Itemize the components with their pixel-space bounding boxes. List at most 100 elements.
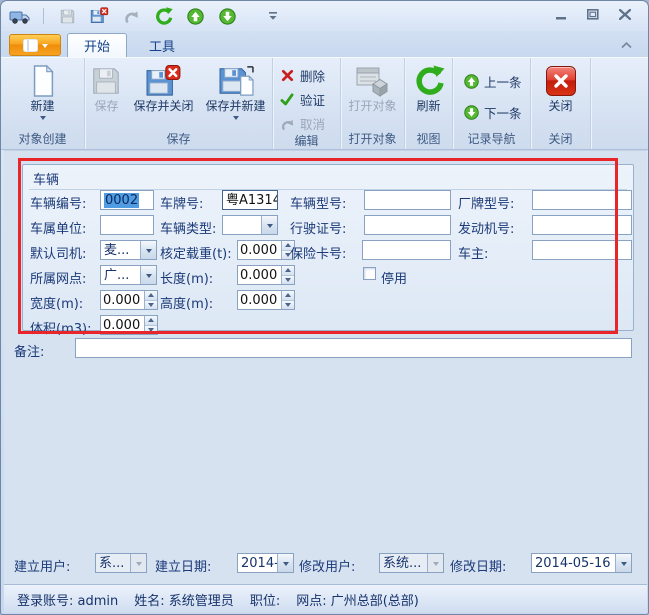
owner-unit-input[interactable]	[100, 215, 154, 235]
height-label: 高度(m):	[160, 293, 213, 312]
group-caption: 打开对象	[341, 132, 404, 149]
maximize-button[interactable]	[584, 7, 602, 22]
previous-record-icon[interactable]	[184, 6, 206, 26]
status-login: 登录账号: admin	[17, 590, 118, 609]
save-and-close-button[interactable]: 保存并关闭	[129, 61, 197, 116]
next-record-button[interactable]: 下一条	[459, 102, 526, 123]
spin-down-icon[interactable]	[282, 301, 294, 310]
branch-select[interactable]: 广...	[100, 265, 157, 285]
tab-tools[interactable]: 工具	[133, 33, 191, 57]
group-caption: 保存	[85, 132, 272, 149]
vehicle-no-label: 车辆编号:	[30, 193, 86, 212]
undo-icon	[120, 6, 142, 26]
remark-input[interactable]	[75, 338, 632, 358]
modified-date-picker[interactable]: 2014-05-16	[531, 553, 632, 573]
vehicle-no-input[interactable]: 0002	[100, 190, 154, 210]
toolbar-separator	[43, 8, 44, 24]
spin-up-icon[interactable]	[145, 291, 157, 301]
group-caption: 编辑	[273, 134, 340, 149]
save-button[interactable]: 保存	[87, 61, 125, 116]
vehicle-type-label: 车辆类型:	[160, 218, 216, 237]
quick-access-toolbar	[9, 6, 284, 26]
chevron-down-icon[interactable]	[140, 266, 156, 284]
default-driver-select[interactable]: 麦...	[100, 240, 157, 260]
chevron-down-icon	[40, 116, 46, 120]
plate-no-label: 车牌号:	[160, 193, 203, 212]
save-and-new-button[interactable]: 保存并新建	[202, 61, 270, 122]
spin-down-icon[interactable]	[145, 326, 157, 335]
engine-no-input[interactable]	[532, 215, 632, 235]
ribbon-group-close: 关闭 关闭	[531, 58, 591, 149]
load-capacity-spinner[interactable]: 0.000	[237, 240, 295, 260]
notebook-icon	[23, 39, 38, 52]
default-driver-label: 默认司机:	[30, 243, 86, 262]
ribbon: 新建 对象创建 保存 保存并关闭	[1, 57, 648, 150]
save-close-icon[interactable]	[88, 6, 110, 26]
insurance-no-input[interactable]	[362, 240, 451, 260]
application-menu-button[interactable]	[9, 34, 61, 56]
new-button[interactable]: 新建	[24, 61, 62, 122]
cancel-button[interactable]: 取消	[275, 113, 329, 134]
created-date-picker[interactable]: 2014-05-16	[237, 553, 294, 573]
length-spinner[interactable]: 0.000	[237, 265, 295, 285]
height-spinner[interactable]: 0.000	[237, 290, 295, 310]
spin-up-icon[interactable]	[282, 266, 294, 276]
form-client-area: 车辆 车辆编号: 0002 车牌号: 粤A1314 车辆型号: 厂牌型号: 车属…	[4, 150, 647, 584]
modified-by-select: 系统...	[379, 553, 444, 573]
ribbon-group-open-object: 打开对象 打开对象	[341, 58, 405, 149]
close-button[interactable]	[616, 7, 634, 22]
status-bar: 登录账号: admin 姓名: 系统管理员 职位: 网点: 广州总部(总部)	[4, 584, 647, 613]
ribbon-group-view: 刷新 视图	[405, 58, 453, 149]
save-close-icon	[145, 63, 181, 99]
up-circle-icon	[463, 74, 479, 90]
delete-x-icon	[279, 68, 295, 84]
vehicle-model-input[interactable]	[364, 190, 451, 210]
branch-label: 所属网点:	[30, 268, 86, 287]
car-owner-input[interactable]	[532, 240, 632, 260]
app-window: 开始 工具 新建 对象创建	[0, 0, 649, 615]
license-no-input[interactable]	[364, 215, 451, 235]
chevron-down-icon[interactable]	[615, 554, 631, 572]
titlebar	[1, 1, 648, 31]
width-spinner[interactable]: 0.000	[100, 290, 158, 310]
tab-start[interactable]: 开始	[67, 33, 127, 57]
volume-label: 体积(m3):	[30, 318, 91, 337]
ribbon-tab-row: 开始 工具	[1, 31, 648, 57]
refresh-button[interactable]: 刷新	[409, 61, 449, 116]
width-label: 宽度(m):	[30, 293, 83, 312]
stop-use-checkbox[interactable]	[363, 267, 376, 280]
previous-record-button[interactable]: 上一条	[459, 71, 526, 92]
spin-down-icon[interactable]	[282, 276, 294, 285]
created-date-label: 建立日期:	[155, 556, 211, 575]
spin-up-icon[interactable]	[282, 291, 294, 301]
created-by-select: 系...	[95, 553, 147, 573]
open-object-button[interactable]: 打开对象	[344, 61, 400, 116]
vehicle-type-select[interactable]	[222, 215, 278, 235]
brand-model-input[interactable]	[532, 190, 632, 210]
validate-button[interactable]: 验证	[275, 89, 329, 110]
group-caption: 视图	[405, 132, 452, 149]
modified-date-label: 修改日期:	[450, 556, 506, 575]
volume-spinner[interactable]: 0.000	[100, 315, 158, 335]
chevron-down-icon[interactable]	[277, 554, 293, 572]
spin-up-icon[interactable]	[145, 316, 157, 326]
stop-use-label: 停用	[381, 268, 407, 287]
collapse-ribbon-button[interactable]	[618, 39, 634, 51]
close-form-button[interactable]: 关闭	[542, 61, 580, 116]
minimize-button[interactable]	[552, 7, 570, 22]
spin-down-icon[interactable]	[145, 301, 157, 310]
brand-model-label: 厂牌型号:	[458, 193, 514, 212]
group-caption: 对象创建	[1, 132, 84, 149]
modified-by-label: 修改用户:	[299, 556, 355, 575]
chevron-down-icon[interactable]	[261, 216, 277, 234]
save-icon[interactable]	[56, 6, 78, 26]
plate-no-input[interactable]: 粤A1314	[222, 190, 278, 210]
customize-toolbar-icon[interactable]	[262, 6, 284, 26]
undo-icon	[279, 116, 295, 132]
license-no-label: 行驶证号:	[290, 218, 346, 237]
vehicle-model-label: 车辆型号:	[290, 193, 346, 212]
delete-button[interactable]: 删除	[275, 65, 329, 86]
next-record-icon[interactable]	[216, 6, 238, 26]
chevron-down-icon[interactable]	[140, 241, 156, 259]
refresh-icon[interactable]	[152, 6, 174, 26]
